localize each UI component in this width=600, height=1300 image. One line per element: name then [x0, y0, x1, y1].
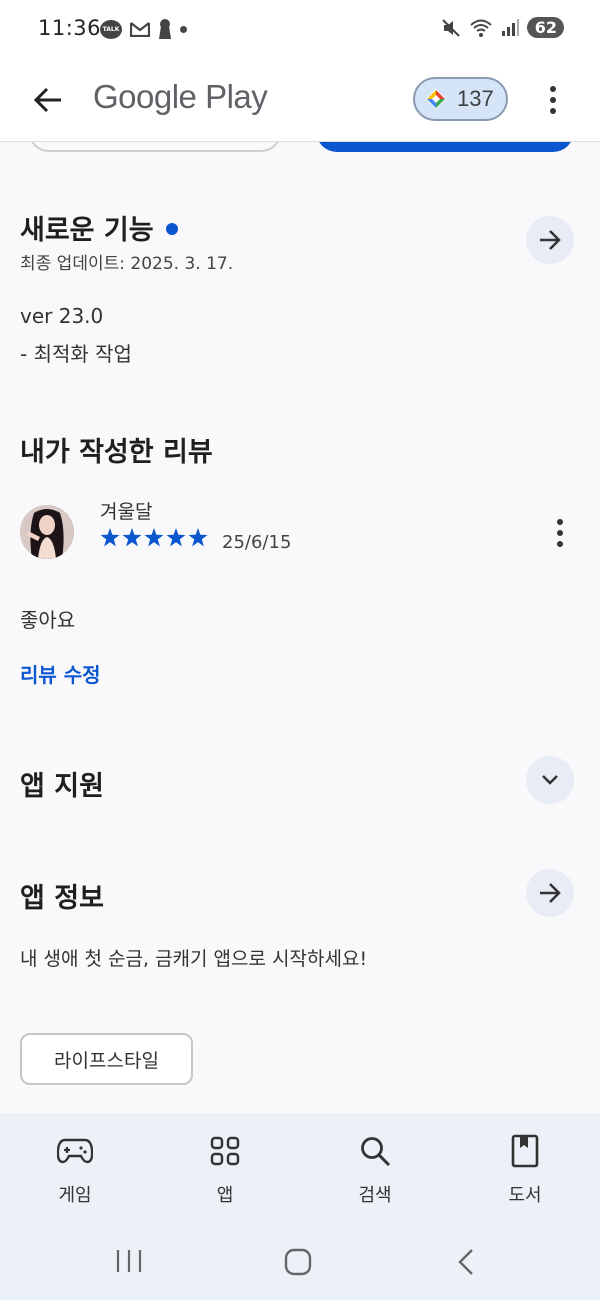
- app-info-arrow-button[interactable]: [526, 869, 574, 917]
- nav-label-games: 게임: [58, 1185, 92, 1206]
- new-indicator-dot: [165, 222, 178, 235]
- avatar: [20, 505, 74, 559]
- nav-item-games[interactable]: 게임: [20, 1113, 130, 1223]
- nav-item-apps[interactable]: 앱: [170, 1113, 280, 1223]
- review-more-options-button[interactable]: [546, 516, 574, 550]
- app-bar: Google Play 137: [0, 60, 600, 142]
- bottom-navigation: 게임 앱 검색 도서: [0, 1113, 600, 1223]
- whats-new-title: 새로운 기능: [20, 215, 154, 246]
- review-author: 겨울달: [100, 501, 153, 523]
- dot-icon: [550, 86, 556, 92]
- gamepad-icon: [57, 1138, 93, 1164]
- arrow-right-icon: [540, 883, 561, 903]
- search-icon: [361, 1137, 391, 1167]
- status-bar: 11:36 TALK 62: [0, 0, 600, 60]
- arrow-left-icon: [33, 87, 61, 113]
- nav-item-books[interactable]: 도서: [470, 1113, 580, 1223]
- nav-label-apps: 앱: [216, 1185, 234, 1206]
- arrow-right-icon: [540, 230, 561, 250]
- mute-icon: [442, 18, 460, 37]
- review-rating-stars: [100, 528, 208, 547]
- review-date: 25/6/15: [222, 532, 292, 553]
- star-icon: [166, 528, 186, 547]
- app-info-title: 앱 정보: [20, 883, 104, 914]
- app-support-title: 앱 지원: [20, 771, 104, 802]
- star-icon: [100, 528, 120, 547]
- dot-icon: [557, 530, 563, 536]
- nav-label-search: 검색: [358, 1185, 392, 1206]
- whats-new-heading: 새로운 기능: [20, 208, 178, 247]
- wifi-icon: [470, 19, 492, 37]
- chevron-down-icon: [542, 775, 558, 785]
- status-time: 11:36: [38, 16, 102, 40]
- release-notes-text: - 최적화 작업: [20, 342, 132, 366]
- dot-icon: [557, 519, 563, 525]
- app-support-expand-button[interactable]: [526, 756, 574, 804]
- more-options-button[interactable]: [538, 80, 568, 120]
- nav-label-books: 도서: [508, 1185, 542, 1206]
- review-text: 좋아요: [20, 608, 76, 632]
- app-title: Google Play: [93, 78, 268, 115]
- back-button[interactable]: [28, 80, 68, 120]
- kakaotalk-icon: TALK: [100, 19, 122, 39]
- system-back-button[interactable]: [454, 1247, 478, 1281]
- notification-dot-icon: [180, 25, 187, 33]
- last-updated-text: 최종 업데이트: 2025. 3. 17.: [20, 254, 234, 274]
- home-icon: [284, 1248, 312, 1276]
- gmail-icon: [130, 22, 150, 37]
- dot-icon: [557, 541, 563, 547]
- star-icon: [188, 528, 208, 547]
- app-description: 내 생애 첫 순금, 금캐기 앱으로 시작하세요!: [20, 948, 368, 970]
- book-icon: [511, 1134, 539, 1168]
- keyhole-icon: [159, 19, 171, 39]
- edit-review-link[interactable]: 리뷰 수정: [20, 659, 101, 688]
- system-navigation-bar: [0, 1223, 600, 1300]
- home-button[interactable]: [283, 1247, 313, 1281]
- chevron-left-icon: [458, 1249, 473, 1275]
- play-points-diamond-icon: [426, 89, 446, 109]
- star-icon: [144, 528, 164, 547]
- recent-apps-button[interactable]: [112, 1247, 146, 1279]
- star-icon: [122, 528, 142, 547]
- apps-grid-icon: [210, 1136, 240, 1166]
- recent-apps-icon: [116, 1250, 142, 1272]
- battery-indicator: 62: [526, 17, 564, 38]
- my-review-title: 내가 작성한 리뷰: [20, 437, 213, 468]
- dot-icon: [550, 97, 556, 103]
- version-text: ver 23.0: [20, 304, 104, 328]
- play-points-chip[interactable]: 137: [413, 77, 508, 121]
- play-points-value: 137: [457, 86, 494, 111]
- category-chip[interactable]: 라이프스타일: [20, 1033, 193, 1085]
- dot-icon: [550, 108, 556, 114]
- whats-new-arrow-button[interactable]: [526, 216, 574, 264]
- signal-icon: [501, 18, 519, 36]
- nav-item-search[interactable]: 검색: [320, 1113, 430, 1223]
